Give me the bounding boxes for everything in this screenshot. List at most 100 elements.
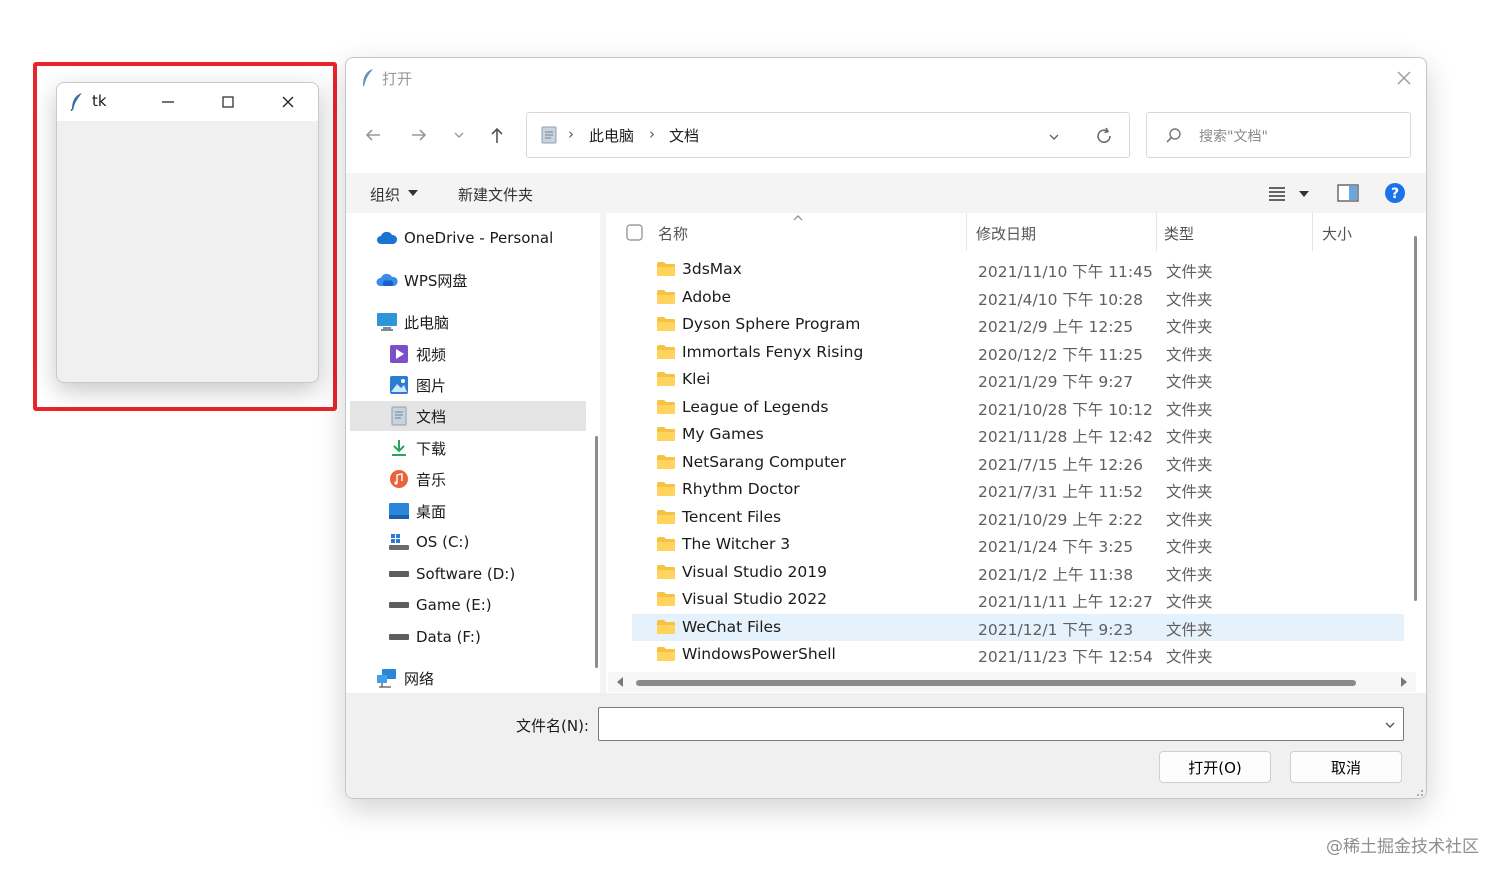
preview-pane-icon[interactable] xyxy=(1337,184,1359,202)
folder-icon xyxy=(657,482,675,496)
column-separator[interactable] xyxy=(966,213,967,251)
sidebar-item-music[interactable]: 音乐 xyxy=(388,464,588,494)
help-icon[interactable]: ? xyxy=(1384,182,1406,204)
organize-button[interactable]: 组织 xyxy=(370,184,400,205)
folder-icon xyxy=(657,317,675,331)
file-row[interactable]: Adobe 2021/4/10 下午 10:28 文件夹 xyxy=(632,284,1404,311)
file-list: 名称 修改日期 类型 大小 3dsMax 2021/11/10 下午 11:45 文… xyxy=(608,213,1416,693)
file-name: Visual Studio 2019 xyxy=(682,562,827,581)
file-row[interactable]: My Games 2021/11/28 上午 12:42 文件夹 xyxy=(632,421,1404,448)
recent-locations-button[interactable] xyxy=(446,122,472,148)
column-separator[interactable] xyxy=(1312,213,1313,251)
search-box[interactable]: 搜索"文档" xyxy=(1146,112,1411,158)
tk-titlebar[interactable]: tk xyxy=(57,83,318,121)
folder-icon xyxy=(657,427,675,441)
breadcrumb-this-pc[interactable]: 此电脑 xyxy=(589,125,634,146)
caret-down-icon[interactable] xyxy=(1299,190,1309,198)
file-row[interactable]: NetSarang Computer 2021/7/15 上午 12:26 文件夹 xyxy=(632,449,1404,476)
file-row[interactable]: The Witcher 3 2021/1/24 下午 3:25 文件夹 xyxy=(632,531,1404,558)
maximize-icon xyxy=(222,96,234,108)
feather-icon xyxy=(70,93,82,112)
sidebar-item-videos[interactable]: 视频 xyxy=(388,339,588,369)
file-list-vertical-scrollbar[interactable] xyxy=(1414,236,1417,601)
close-icon[interactable] xyxy=(1394,68,1414,88)
back-button[interactable] xyxy=(360,122,386,148)
cancel-button[interactable]: 取消 xyxy=(1290,751,1402,783)
minimize-button[interactable] xyxy=(145,87,191,117)
file-type: 文件夹 xyxy=(1166,620,1213,639)
file-type: 文件夹 xyxy=(1166,455,1213,474)
file-row[interactable]: WindowsPowerShell 2021/11/23 下午 12:54 文件夹 xyxy=(632,641,1404,668)
file-modified-date: 2021/2/9 上午 12:25 xyxy=(978,318,1134,336)
network-icon xyxy=(376,667,398,689)
scroll-right-icon[interactable] xyxy=(1400,677,1408,687)
feather-icon xyxy=(363,69,373,87)
column-header-modified[interactable]: 修改日期 xyxy=(976,223,1036,244)
minimize-icon xyxy=(162,101,174,103)
folder-icon xyxy=(657,509,675,524)
desktop-icon xyxy=(388,500,410,522)
maximize-button[interactable] xyxy=(205,87,251,117)
caret-down-icon xyxy=(408,190,418,196)
file-name: Visual Studio 2022 xyxy=(682,590,827,608)
file-row[interactable]: Visual Studio 2022 2021/11/11 上午 12:27 文件夹 xyxy=(632,586,1404,613)
file-row[interactable]: WeChat Files 2021/12/1 下午 9:23 文件夹 xyxy=(632,613,1404,641)
folder-icon xyxy=(657,399,675,414)
sidebar-item-documents[interactable]: 文档 xyxy=(350,401,586,431)
open-button[interactable]: 打开(O) xyxy=(1159,751,1271,783)
up-button[interactable] xyxy=(484,122,510,148)
file-name: Tencent Files xyxy=(682,507,782,526)
address-bar[interactable]: › 此电脑 › 文档 xyxy=(526,112,1130,158)
sidebar-item-drive-e[interactable]: Game (E:) xyxy=(388,590,588,620)
folder-icon xyxy=(657,344,675,359)
refresh-icon[interactable] xyxy=(1095,127,1113,145)
breadcrumb-documents[interactable]: 文档 xyxy=(669,125,699,146)
column-header-size[interactable]: 大小 xyxy=(1322,223,1352,244)
sidebar-item-onedrive[interactable]: OneDrive - Personal xyxy=(376,223,596,253)
sidebar-item-drive-f[interactable]: Data (F:) xyxy=(388,622,588,652)
select-all-checkbox[interactable] xyxy=(626,224,643,241)
drive-icon xyxy=(388,563,410,585)
chevron-down-icon[interactable] xyxy=(1383,718,1397,732)
sidebar-item-this-pc[interactable]: 此电脑 xyxy=(376,307,596,337)
forward-button[interactable] xyxy=(406,122,432,148)
file-row[interactable]: Klei 2021/1/29 下午 9:27 文件夹 xyxy=(632,366,1404,393)
sidebar-item-label: 桌面 xyxy=(416,502,447,521)
close-button[interactable] xyxy=(265,87,311,117)
scroll-left-icon[interactable] xyxy=(616,677,624,687)
dialog-titlebar[interactable]: 打开 xyxy=(346,58,1426,98)
pane-splitter[interactable] xyxy=(600,213,606,693)
sidebar-item-desktop[interactable]: 桌面 xyxy=(388,496,588,526)
file-row[interactable]: Rhythm Doctor 2021/7/31 上午 11:52 文件夹 xyxy=(632,476,1404,503)
file-row[interactable]: Visual Studio 2019 2021/1/2 上午 11:38 文件夹 xyxy=(632,559,1404,586)
column-header-name[interactable]: 名称 xyxy=(658,223,688,244)
horizontal-scroll-thumb[interactable] xyxy=(636,680,1356,686)
file-modified-date: 2021/1/2 上午 11:38 xyxy=(978,565,1134,584)
filename-input[interactable] xyxy=(598,707,1404,741)
file-row[interactable]: Immortals Fenyx Rising 2020/12/2 下午 11:25… xyxy=(632,339,1404,366)
new-folder-button[interactable]: 新建文件夹 xyxy=(458,184,533,205)
file-row[interactable]: Tencent Files 2021/10/29 上午 2:22 文件夹 xyxy=(632,504,1404,531)
sidebar-scrollbar[interactable] xyxy=(595,436,598,668)
resize-grip-icon[interactable] xyxy=(1414,787,1424,797)
sidebar-item-network[interactable]: 网络 xyxy=(376,663,596,693)
folder-icon xyxy=(657,262,675,276)
folder-icon xyxy=(657,564,675,579)
sidebar-item-drive-d[interactable]: Software (D:) xyxy=(388,559,588,589)
column-header-type[interactable]: 类型 xyxy=(1164,223,1194,244)
file-row[interactable]: League of Legends 2021/10/28 下午 10:12 文件夹 xyxy=(632,394,1404,421)
file-name: League of Legends xyxy=(682,397,829,416)
file-row[interactable]: 3dsMax 2021/11/10 下午 11:45 文件夹 xyxy=(632,256,1404,283)
breadcrumb-separator-icon: › xyxy=(649,125,655,143)
view-list-icon[interactable] xyxy=(1268,185,1286,201)
sidebar-item-pictures[interactable]: 图片 xyxy=(388,370,588,400)
file-name: Adobe xyxy=(682,287,732,306)
chevron-down-icon[interactable] xyxy=(1047,130,1061,144)
file-name: The Witcher 3 xyxy=(682,535,791,553)
column-separator[interactable] xyxy=(1156,213,1157,251)
sidebar-item-wps[interactable]: WPS网盘 xyxy=(376,265,596,295)
file-row[interactable]: Dyson Sphere Program 2021/2/9 上午 12:25 文件夹 xyxy=(632,311,1404,338)
folder-icon xyxy=(657,289,675,304)
sidebar-item-downloads[interactable]: 下载 xyxy=(388,433,588,463)
sidebar-item-drive-c[interactable]: OS (C:) xyxy=(388,527,588,557)
